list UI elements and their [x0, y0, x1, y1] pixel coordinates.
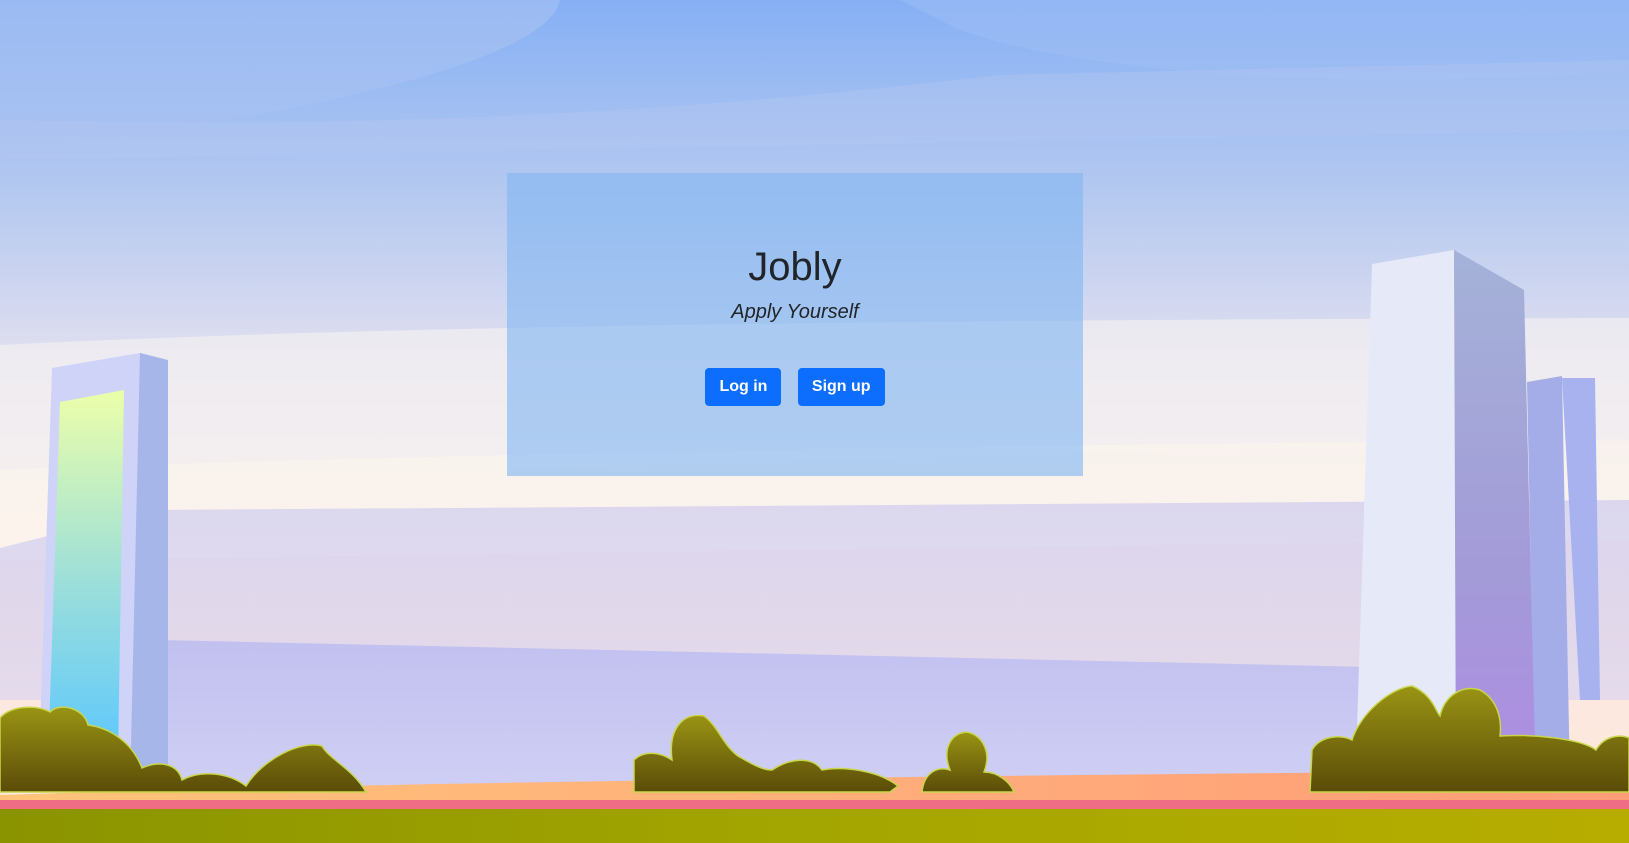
hero-card: Jobly Apply Yourself Log in Sign up	[507, 173, 1083, 476]
login-button[interactable]: Log in	[705, 368, 782, 406]
app-title: Jobly	[748, 245, 842, 289]
auth-button-group: Log in Sign up	[507, 368, 1083, 406]
signup-button[interactable]: Sign up	[797, 368, 885, 406]
app-tagline: Apply Yourself	[731, 301, 859, 323]
